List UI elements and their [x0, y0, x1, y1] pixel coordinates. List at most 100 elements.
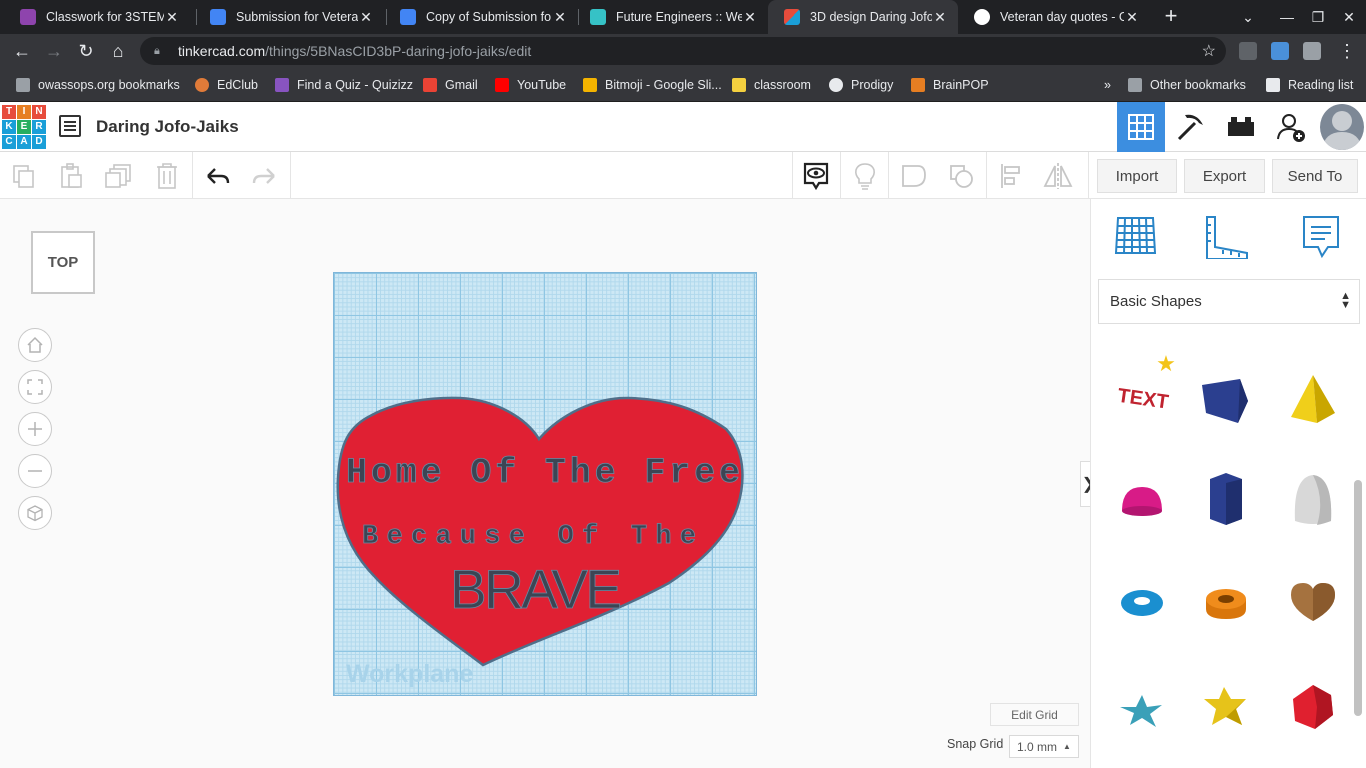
heart-shape[interactable]: Home Of The Free Because Of The BRAVE — [334, 273, 758, 697]
copy-button[interactable] — [8, 160, 40, 192]
reload-button[interactable]: ↻ — [74, 39, 98, 63]
shape-star-teal[interactable] — [1112, 681, 1172, 741]
avatar[interactable] — [1320, 104, 1364, 150]
workplane-tool-button[interactable] — [1113, 213, 1159, 259]
export-button[interactable]: Export — [1184, 159, 1265, 193]
minimize-button[interactable]: — — [1272, 0, 1302, 34]
invite-user-button[interactable] — [1267, 102, 1315, 152]
design-canvas[interactable]: TOP Home Of The Free Because Of The BRAV… — [0, 199, 1090, 768]
shape-box[interactable] — [1196, 371, 1256, 431]
send-to-button[interactable]: Send To — [1272, 159, 1358, 193]
align-button[interactable] — [995, 160, 1027, 192]
view-cube[interactable]: TOP — [31, 231, 95, 294]
note-eye-icon — [803, 162, 829, 191]
heart-text-line3[interactable]: BRAVE — [450, 558, 623, 621]
duplicate-button[interactable] — [103, 160, 135, 192]
redo-button[interactable] — [248, 160, 280, 192]
blocks-view-button[interactable] — [1167, 102, 1215, 152]
design-title[interactable]: Daring Jofo-Jaiks — [96, 117, 239, 137]
reading-list[interactable]: Reading list — [1266, 76, 1353, 94]
extension-icon[interactable] — [1271, 42, 1289, 60]
notes-visibility-button[interactable] — [800, 160, 832, 192]
ruler-tool-button[interactable] — [1203, 213, 1249, 260]
back-button[interactable]: ← — [10, 39, 34, 63]
notes-tool-button[interactable] — [1298, 213, 1344, 259]
bookmark-star-icon[interactable]: ☆ — [1202, 41, 1216, 61]
bookmark-item[interactable]: Bitmoji - Google Sli... — [583, 76, 722, 94]
shapes-category-select[interactable]: Basic Shapes ▲ ▼ — [1098, 279, 1360, 324]
bookmarks-bar: owassops.org bookmarks EdClub Find a Qui… — [0, 68, 1366, 102]
close-icon[interactable]: ✕ — [552, 9, 568, 26]
light-bulb-button[interactable] — [849, 160, 881, 192]
bookmark-item[interactable]: owassops.org bookmarks — [16, 76, 180, 94]
bookmark-item[interactable]: Gmail — [423, 76, 478, 94]
extensions-puzzle-icon[interactable] — [1303, 42, 1321, 60]
shape-star-yellow[interactable] — [1196, 677, 1256, 737]
extension-icon[interactable] — [1239, 42, 1257, 60]
3d-design-view-button[interactable] — [1117, 102, 1165, 152]
bookmark-item[interactable]: BrainPOP — [911, 76, 989, 94]
bookmark-item[interactable]: Find a Quiz - Quizizz — [275, 76, 413, 94]
quizizz-icon — [275, 78, 289, 92]
home-view-button[interactable] — [18, 328, 52, 362]
other-bookmarks[interactable]: Other bookmarks — [1128, 76, 1246, 94]
workplane[interactable]: Home Of The Free Because Of The BRAVE Wo… — [333, 272, 757, 696]
mirror-icon — [1043, 163, 1073, 189]
brainpop-icon — [911, 78, 925, 92]
browser-tab[interactable]: Veteran day quotes - G ✕ — [958, 0, 1150, 34]
close-icon[interactable]: ✕ — [1124, 9, 1140, 26]
browser-tab[interactable]: Classwork for 3STEM/... ✕ — [4, 0, 190, 34]
close-icon[interactable]: ✕ — [742, 9, 758, 26]
browser-tab[interactable]: Copy of Submission fo ✕ — [384, 0, 578, 34]
delete-button[interactable] — [151, 160, 183, 192]
forward-button[interactable]: → — [42, 39, 66, 63]
bookmark-item[interactable]: classroom — [732, 76, 811, 94]
shape-icosahedron[interactable] — [1283, 677, 1343, 737]
browser-tab[interactable]: Future Engineers :: We ✕ — [574, 0, 768, 34]
tab-search-icon[interactable]: ⌄ — [1233, 0, 1263, 34]
bookmark-item[interactable]: YouTube — [495, 76, 566, 94]
fit-view-button[interactable] — [18, 370, 52, 404]
folder-icon — [16, 78, 30, 92]
bookmark-item[interactable]: EdClub — [195, 76, 258, 94]
shape-paraboloid[interactable] — [1283, 469, 1343, 529]
browser-tab[interactable]: Submission for Veteran ✕ — [194, 0, 384, 34]
maximize-button[interactable]: ❐ — [1303, 0, 1333, 34]
group-button[interactable] — [898, 160, 930, 192]
mirror-button[interactable] — [1042, 160, 1074, 192]
shape-torus[interactable] — [1112, 573, 1172, 633]
tinkercad-logo[interactable]: T I N K E R C A D — [2, 105, 46, 149]
classroom-icon — [732, 78, 746, 92]
new-tab-button[interactable]: + — [1160, 5, 1182, 27]
shapes-panel-scrollbar[interactable] — [1354, 480, 1362, 716]
zoom-out-button[interactable] — [18, 454, 52, 488]
shape-tube[interactable] — [1196, 573, 1256, 633]
edit-grid-button[interactable]: Edit Grid — [990, 703, 1079, 726]
perspective-button[interactable] — [18, 496, 52, 530]
design-list-icon[interactable] — [59, 115, 81, 137]
more-menu-icon[interactable]: ⋮ — [1335, 39, 1359, 63]
close-icon[interactable]: ✕ — [164, 9, 180, 26]
close-window-button[interactable]: ✕ — [1334, 0, 1364, 34]
bricks-view-button[interactable] — [1217, 102, 1265, 152]
import-button[interactable]: Import — [1097, 159, 1177, 193]
bookmarks-overflow-button[interactable]: » — [1104, 76, 1111, 94]
favorite-star-icon[interactable]: ★ — [1151, 349, 1181, 379]
zoom-in-button[interactable] — [18, 412, 52, 446]
snap-grid-select[interactable]: 1.0 mm ▲ — [1009, 735, 1079, 758]
close-icon[interactable]: ✕ — [932, 9, 948, 26]
shape-polygon[interactable] — [1196, 469, 1256, 529]
shape-pyramid[interactable] — [1283, 369, 1343, 429]
undo-button[interactable] — [202, 160, 234, 192]
close-icon[interactable]: ✕ — [358, 9, 374, 26]
browser-tab-active[interactable]: 3D design Daring Jofo- ✕ — [768, 0, 958, 34]
shape-heart[interactable] — [1283, 571, 1343, 631]
workplane-icon — [1114, 217, 1157, 254]
bookmark-item[interactable]: Prodigy — [829, 76, 893, 94]
paste-button[interactable] — [55, 160, 87, 192]
tinkercad-icon — [784, 9, 800, 25]
shape-half-sphere[interactable] — [1112, 471, 1172, 531]
home-button[interactable]: ⌂ — [106, 39, 130, 63]
address-bar[interactable]: 🔒︎ tinkercad.com/things/5BNasCID3bP-dari… — [140, 37, 1226, 65]
ungroup-button[interactable] — [946, 160, 978, 192]
